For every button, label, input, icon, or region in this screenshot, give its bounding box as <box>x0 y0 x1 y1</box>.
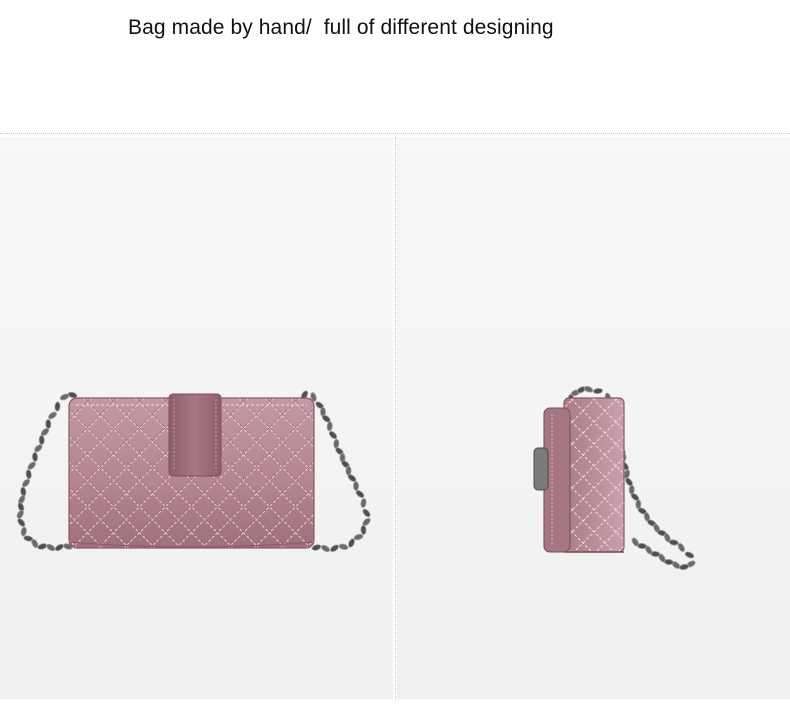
front-chain-link <box>360 525 367 535</box>
front-chain-link <box>21 478 31 488</box>
front-flap-tab <box>168 393 222 477</box>
front-chain-link <box>37 543 48 550</box>
side-chain-link <box>593 387 603 395</box>
front-chain-link <box>16 509 24 519</box>
front-chain-link <box>45 419 52 429</box>
front-chain-link <box>353 533 364 541</box>
front-chain-link <box>328 430 338 440</box>
front-chain-link <box>48 411 57 420</box>
front-chain-link <box>27 461 36 470</box>
front-chain-link <box>348 538 355 548</box>
front-chain-link <box>38 435 45 445</box>
front-chain-link <box>54 543 64 552</box>
side-clasp <box>533 447 549 491</box>
side-chain-link <box>684 551 695 559</box>
front-chain-link <box>352 481 360 491</box>
side-chain-link <box>679 563 689 571</box>
side-chain-link <box>677 542 685 553</box>
front-chain-link <box>54 401 61 412</box>
front-chain-link <box>17 518 26 527</box>
front-chain-link <box>330 544 339 553</box>
side-chain-link <box>668 539 679 546</box>
side-chain-link <box>631 537 640 547</box>
front-bag <box>16 390 371 553</box>
front-chain-link <box>25 469 32 480</box>
front-chain-link <box>31 452 39 462</box>
front-chain-link <box>320 544 331 553</box>
front-chain-link <box>360 498 367 508</box>
front-chain-link <box>326 421 333 432</box>
front-chain-link <box>338 543 349 550</box>
front-chain-link <box>59 393 70 401</box>
front-chain-link <box>46 543 56 552</box>
front-chain-link <box>20 526 27 537</box>
front-chain-link <box>362 508 371 518</box>
side-bag <box>533 385 696 571</box>
side-chain-link <box>583 385 594 393</box>
product-illustrations <box>16 385 696 571</box>
front-chain-link <box>333 438 340 449</box>
